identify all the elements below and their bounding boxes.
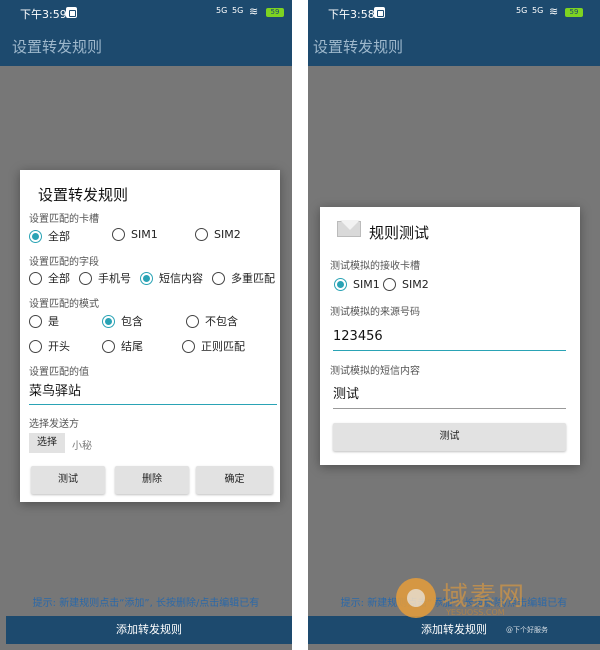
notification-icon [66, 7, 77, 18]
radio-checked-icon [102, 314, 115, 328]
field-label: 设置匹配的字段 [29, 257, 99, 268]
app-bar: 设置转发规则 [308, 26, 600, 66]
radio-checked-icon [140, 271, 153, 285]
sim-label: 设置匹配的卡槽 [29, 214, 99, 225]
test-button[interactable]: 测试 [31, 466, 105, 494]
radio-icon [182, 339, 195, 353]
radio-icon [383, 278, 396, 291]
status-time: 下午3:59 [20, 8, 67, 21]
sms-content-input[interactable]: 测试 [333, 382, 566, 409]
match-value-input[interactable]: 菜鸟驿站 [29, 380, 277, 405]
app-bar: 设置转发规则 [0, 26, 292, 66]
sender-value: 小秘 [72, 441, 92, 452]
rule-dialog: 设置转发规则 设置匹配的卡槽 全部 SIM1 SIM2 设置匹配的字段 全部 手… [20, 170, 280, 502]
radio-icon [29, 339, 42, 353]
sim-radio-sim1[interactable]: SIM1 [112, 228, 158, 241]
run-test-button[interactable]: 测试 [333, 423, 566, 451]
radio-icon [29, 314, 42, 328]
rule-test-dialog: 规则测试 测试模拟的接收卡槽 SIM1 SIM2 测试模拟的来源号码 12345… [320, 207, 580, 465]
mode-radio-ends[interactable]: 结尾 [102, 338, 143, 354]
add-rule-button[interactable]: 添加转发规则 [6, 616, 292, 644]
wifi-icon: ≋ [249, 5, 259, 18]
mode-label: 设置匹配的模式 [29, 299, 99, 310]
app-title: 设置转发规则 [313, 38, 404, 56]
radio-icon [195, 228, 208, 241]
field-radio-phone[interactable]: 手机号 [79, 270, 131, 286]
mode-radio-equals[interactable]: 是 [29, 313, 59, 329]
dialog-title: 规则测试 [369, 224, 430, 242]
radio-icon [29, 271, 42, 285]
notification-icon [374, 7, 385, 18]
sms-content-label: 测试模拟的短信内容 [330, 366, 420, 377]
watermark: 域素网 YESUOSS.COM @下个好服务 [396, 572, 596, 644]
signal-icon: 5G [516, 6, 528, 15]
field-radio-content[interactable]: 短信内容 [140, 270, 203, 286]
app-title: 设置转发规则 [12, 38, 103, 56]
watermark-logo-icon [396, 578, 436, 618]
delete-button[interactable]: 删除 [115, 466, 189, 494]
signal-icon: 5G [216, 6, 228, 15]
battery-icon: 59 [266, 8, 284, 17]
test-sim-label: 测试模拟的接收卡槽 [330, 261, 420, 272]
sim-radio-all[interactable]: 全部 [29, 228, 70, 244]
watermark-subtext: YESUOSS.COM [446, 608, 505, 617]
from-number-label: 测试模拟的来源号码 [330, 307, 420, 318]
status-bar: 下午3:58 5G 5G ≋ 59 [308, 0, 600, 26]
select-sender-button[interactable]: 选择 [29, 433, 65, 453]
from-number-input[interactable]: 123456 [333, 324, 566, 351]
battery-icon: 59 [565, 8, 583, 17]
mode-radio-contains[interactable]: 包含 [102, 313, 143, 329]
signal-icon-2: 5G [532, 6, 544, 15]
radio-checked-icon [29, 229, 42, 243]
confirm-button[interactable]: 确定 [196, 466, 273, 494]
status-time: 下午3:58 [328, 8, 375, 21]
radio-icon [212, 271, 225, 285]
phone-screen-right: 下午3:58 5G 5G ≋ 59 设置转发规则 规则测试 测试模拟的接收卡槽 … [308, 0, 600, 650]
radio-icon [186, 314, 199, 328]
radio-checked-icon [334, 278, 347, 291]
radio-icon [112, 228, 125, 241]
dialog-title: 设置转发规则 [38, 186, 129, 204]
wifi-icon: ≋ [549, 5, 559, 18]
value-label: 设置匹配的值 [29, 367, 89, 378]
mode-radio-starts[interactable]: 开头 [29, 338, 70, 354]
hint-text: 提示: 新建规则点击“添加”, 长按删除/点击编辑已有 [32, 598, 260, 609]
status-bar: 下午3:59 5G 5G ≋ 59 [0, 0, 292, 26]
field-radio-multi[interactable]: 多重匹配 [212, 270, 275, 286]
radio-icon [79, 271, 92, 285]
radio-icon [102, 339, 115, 353]
test-sim-radio-sim2[interactable]: SIM2 [383, 278, 429, 291]
phone-screen-left: 下午3:59 5G 5G ≋ 59 设置转发规则 设置转发规则 设置匹配的卡槽 … [0, 0, 292, 650]
envelope-icon [337, 220, 361, 237]
signal-icon-2: 5G [232, 6, 244, 15]
test-sim-radio-sim1[interactable]: SIM1 [334, 278, 380, 291]
watermark-tag: @下个好服务 [506, 626, 548, 634]
mode-radio-regex[interactable]: 正则匹配 [182, 338, 245, 354]
mode-radio-not-contains[interactable]: 不包含 [186, 313, 238, 329]
sender-label: 选择发送方 [29, 419, 79, 430]
sim-radio-sim2[interactable]: SIM2 [195, 228, 241, 241]
field-radio-all[interactable]: 全部 [29, 270, 70, 286]
